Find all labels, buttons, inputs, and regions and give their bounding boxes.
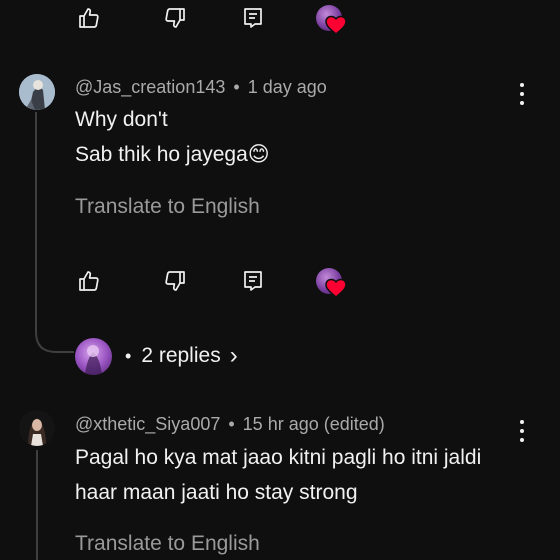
replies-toggle[interactable]: • 2 replies › xyxy=(75,337,238,375)
comment-line: Why don't xyxy=(75,108,168,131)
comment-meta: @Jas_creation143 • 1 day ago xyxy=(75,77,327,98)
creator-avatar xyxy=(316,268,347,298)
comment-action-row xyxy=(75,267,355,298)
meta-separator: • xyxy=(228,414,235,434)
kebab-dot-icon xyxy=(520,429,524,433)
creator-avatar xyxy=(316,5,347,35)
comment-line: Pagal ho kya mat jaao kitni pagli ho itn… xyxy=(75,446,482,469)
thumb-down-icon xyxy=(165,271,185,291)
kebab-dot-icon xyxy=(520,92,524,96)
comment-text: Why don't Sab thik ho jayega😊 xyxy=(75,102,270,172)
comment-line: haar maan jaati ho stay strong xyxy=(75,481,358,504)
comment-meta: @xthetic_Siya007 • 15 hr ago (edited) xyxy=(75,414,385,435)
replies-bullet: • xyxy=(125,345,132,366)
creator-heart xyxy=(315,267,347,298)
heart-icon xyxy=(325,15,347,35)
comment-line: Sab thik ho jayega😊 xyxy=(75,143,270,166)
meta-separator: • xyxy=(233,77,240,97)
kebab-dot-icon xyxy=(520,83,524,87)
more-options-button[interactable] xyxy=(515,83,529,105)
thumb-up-icon xyxy=(79,271,99,291)
comment-author[interactable]: @xthetic_Siya007 xyxy=(75,414,220,434)
chevron-right-icon: › xyxy=(229,342,238,369)
translate-link[interactable]: Translate to English xyxy=(75,195,260,219)
commenter-avatar[interactable] xyxy=(19,74,55,110)
smile-emoji-icon: 😊 xyxy=(247,143,270,166)
commenter-avatar[interactable] xyxy=(19,410,55,446)
heart-icon xyxy=(325,278,347,298)
comment-reply-icon xyxy=(244,271,262,291)
top-action-row xyxy=(75,4,355,35)
avatar-image xyxy=(19,74,55,110)
reply-button[interactable] xyxy=(239,267,267,295)
thumb-down-icon xyxy=(165,8,185,28)
thumb-up-icon xyxy=(79,8,99,28)
more-options-button[interactable] xyxy=(515,420,529,442)
translate-link[interactable]: Translate to English xyxy=(75,532,260,556)
thread-connector xyxy=(35,112,74,353)
replies-count[interactable]: 2 replies xyxy=(141,344,220,368)
like-button[interactable] xyxy=(75,4,103,32)
reply-button[interactable] xyxy=(239,4,267,32)
comment-author[interactable]: @Jas_creation143 xyxy=(75,77,225,97)
comment-time[interactable]: 15 hr ago (edited) xyxy=(243,414,385,434)
creator-heart xyxy=(315,4,347,35)
dislike-button[interactable] xyxy=(161,4,189,32)
kebab-dot-icon xyxy=(520,420,524,424)
kebab-dot-icon xyxy=(520,101,524,105)
reply-author-avatar xyxy=(75,337,112,375)
comment-text: Pagal ho kya mat jaao kitni pagli ho itn… xyxy=(75,440,481,510)
avatar-image xyxy=(19,410,55,446)
kebab-dot-icon xyxy=(520,438,524,442)
dislike-button[interactable] xyxy=(161,267,189,295)
thread-connector xyxy=(36,450,38,560)
avatar-image xyxy=(85,344,102,375)
comment-time[interactable]: 1 day ago xyxy=(248,77,327,97)
comment-reply-icon xyxy=(244,8,262,28)
